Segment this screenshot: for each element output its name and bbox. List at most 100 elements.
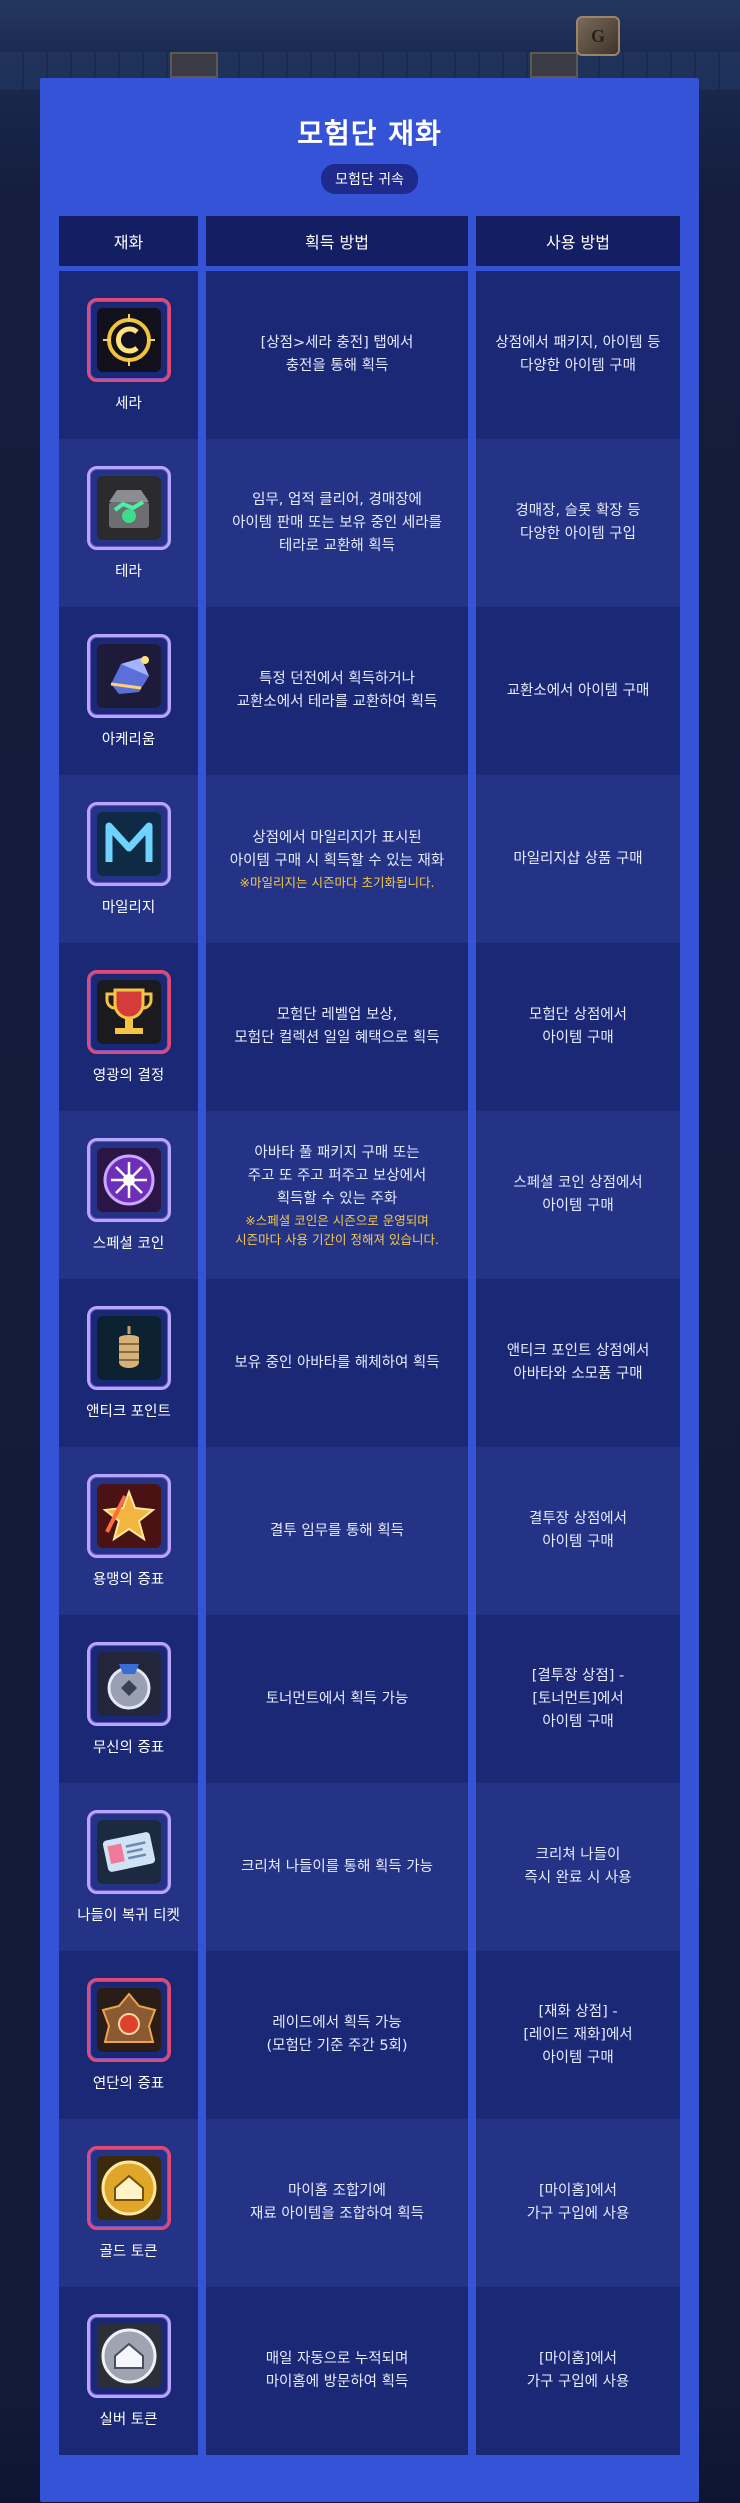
usage-text: [마이홈]에서 가구 구입에 사용 xyxy=(526,2351,630,2390)
currency-name: 앤티크 포인트 xyxy=(86,1403,171,1420)
currency-cell: 영광의 결정 xyxy=(59,943,198,1111)
acquire-cell: 레이드에서 획득 가능 (모험단 기준 주간 5회) xyxy=(206,1951,468,2119)
acquire-cell: 크리쳐 나들이를 통해 획득 가능 xyxy=(206,1783,468,1951)
usage-cell: [재화 상점] - [레이드 재화]에서 아이템 구매 xyxy=(476,1951,680,2119)
special-coin-icon xyxy=(86,1137,171,1222)
tera-chest-icon xyxy=(86,465,171,550)
currency-name: 아케리움 xyxy=(101,731,156,748)
usage-cell: 결투장 상점에서 아이템 구매 xyxy=(476,1447,680,1615)
acquire-text: 모험단 레벨업 보상, 모험단 컬렉션 일일 혜택으로 획득 xyxy=(234,1007,440,1046)
acquire-text: 임무, 업적 클리어, 경매장에 아이템 판매 또는 보유 중인 세라를 테라로… xyxy=(232,491,442,554)
table-body: 세라 [상점>세라 충전] 탭에서 충전을 통해 획득 상점에서 패키지, 아이템 … xyxy=(59,271,680,2455)
background-sign xyxy=(170,52,218,78)
currency-name: 세라 xyxy=(115,395,142,412)
sera-coin-icon xyxy=(86,297,171,382)
acquire-cell: 토너먼트에서 획득 가능 xyxy=(206,1615,468,1783)
column-header-acquire: 획득 방법 xyxy=(206,216,468,266)
akerium-crystal-icon xyxy=(86,633,171,718)
outing-ticket-icon xyxy=(86,1809,171,1894)
currency-cell: 무신의 증표 xyxy=(59,1615,198,1783)
table-row: 무신의 증표 토너먼트에서 획득 가능 [결투장 상점] - [토너먼트]에서 아이… xyxy=(59,1615,680,1783)
acquire-text: [상점>세라 충전] 탭에서 충전을 통해 획득 xyxy=(260,335,414,374)
gold-home-token-icon xyxy=(86,2145,171,2230)
currency-cell: 나들이 복귀 티켓 xyxy=(59,1783,198,1951)
forging-token-icon xyxy=(86,1977,171,2062)
usage-text: 스페셜 코인 상점에서 아이템 구매 xyxy=(513,1175,643,1214)
acquire-text: 크리쳐 나들이를 통해 획득 가능 xyxy=(241,1858,433,1875)
usage-cell: 경매장, 슬롯 확장 등 다양한 아이템 구입 xyxy=(476,439,680,607)
currency-name: 영광의 결정 xyxy=(92,1067,165,1084)
acquire-cell: 매일 자동으로 누적되며 마이홈에 방문하여 획득 xyxy=(206,2287,468,2455)
currency-cell: 앤티크 포인트 xyxy=(59,1279,198,1447)
currency-name: 실버 토큰 xyxy=(99,2411,158,2428)
acquire-cell: 보유 중인 아바타를 해체하여 획득 xyxy=(206,1279,468,1447)
currency-name: 스페셜 코인 xyxy=(92,1235,165,1252)
acquire-cell: 임무, 업적 클리어, 경매장에 아이템 판매 또는 보유 중인 세라를 테라로… xyxy=(206,439,468,607)
currency-cell: 아케리움 xyxy=(59,607,198,775)
table-row: 실버 토큰 매일 자동으로 누적되며 마이홈에 방문하여 획득 [마이홈]에서 가구… xyxy=(59,2287,680,2455)
usage-cell: [마이홈]에서 가구 구입에 사용 xyxy=(476,2119,680,2287)
acquire-text: 마이홈 조합기에 재료 아이템을 조합하여 획득 xyxy=(250,2183,424,2222)
column-header-usage: 사용 방법 xyxy=(476,216,680,266)
usage-cell: 앤티크 포인트 상점에서 아바타와 소모품 구매 xyxy=(476,1279,680,1447)
currency-cell: 실버 토큰 xyxy=(59,2287,198,2455)
glory-trophy-icon xyxy=(86,969,171,1054)
currency-cell: 마일리지 xyxy=(59,775,198,943)
acquire-note: ※스페셜 코인은 시즌으로 운영되며 시즌마다 사용 기간이 정해져 있습니다. xyxy=(235,1212,439,1247)
usage-cell: 모험단 상점에서 아이템 구매 xyxy=(476,943,680,1111)
antique-point-icon xyxy=(86,1305,171,1390)
table-row: 마일리지 상점에서 마일리지가 표시된 아이템 구매 시 획득할 수 있는 재화 ※… xyxy=(59,775,680,943)
table-row: 영광의 결정 모험단 레벨업 보상, 모험단 컬렉션 일일 혜택으로 획득 모험단 … xyxy=(59,943,680,1111)
usage-cell: 크리쳐 나들이 즉시 완료 시 사용 xyxy=(476,1783,680,1951)
table-row: 나들이 복귀 티켓 크리쳐 나들이를 통해 획득 가능 크리쳐 나들이 즉시 완료 … xyxy=(59,1783,680,1951)
currency-name: 마일리지 xyxy=(101,899,156,916)
usage-text: 결투장 상점에서 아이템 구매 xyxy=(529,1511,627,1550)
currency-cell: 스페셜 코인 xyxy=(59,1111,198,1279)
currency-name: 용맹의 증표 xyxy=(92,1571,165,1588)
mileage-m-icon xyxy=(86,801,171,886)
background-sign xyxy=(530,52,578,78)
acquire-text: 아바타 풀 패키지 구매 또는 주고 또 주고 퍼주고 보상에서 획득할 수 있… xyxy=(247,1144,427,1207)
usage-cell: [마이홈]에서 가구 구입에 사용 xyxy=(476,2287,680,2455)
acquire-cell: [상점>세라 충전] 탭에서 충전을 통해 획득 xyxy=(206,271,468,439)
currency-name: 무신의 증표 xyxy=(92,1739,165,1756)
acquire-cell: 아바타 풀 패키지 구매 또는 주고 또 주고 퍼주고 보상에서 획득할 수 있… xyxy=(206,1111,468,1279)
table-header: 재화 획득 방법 사용 방법 xyxy=(59,216,680,266)
acquire-text: 매일 자동으로 누적되며 마이홈에 방문하여 획득 xyxy=(265,2351,409,2390)
usage-cell: 마일리지샵 상품 구매 xyxy=(476,775,680,943)
acquire-text: 토너먼트에서 획득 가능 xyxy=(265,1690,409,1707)
acquire-cell: 모험단 레벨업 보상, 모험단 컬렉션 일일 혜택으로 획득 xyxy=(206,943,468,1111)
currency-cell: 골드 토큰 xyxy=(59,2119,198,2287)
table-row: 테라 임무, 업적 클리어, 경매장에 아이템 판매 또는 보유 중인 세라를 테… xyxy=(59,439,680,607)
usage-cell: 스페셜 코인 상점에서 아이템 구매 xyxy=(476,1111,680,1279)
usage-cell: 교환소에서 아이템 구매 xyxy=(476,607,680,775)
currency-name: 테라 xyxy=(115,563,142,580)
page-title: 모험단 재화 xyxy=(297,117,442,150)
table-row: 스페셜 코인 아바타 풀 패키지 구매 또는 주고 또 주고 퍼주고 보상에서 획… xyxy=(59,1111,680,1279)
usage-text: 모험단 상점에서 아이템 구매 xyxy=(529,1007,627,1046)
background-emblem-icon: G xyxy=(576,16,620,56)
currency-panel: 모험단 재화 모험단 귀속 재화 획득 방법 사용 방법 세라 [상점>세라 충전… xyxy=(40,78,699,2502)
acquire-text: 상점에서 마일리지가 표시된 아이템 구매 시 획득할 수 있는 재화 xyxy=(229,829,445,869)
currency-cell: 세라 xyxy=(59,271,198,439)
usage-text: [마이홈]에서 가구 구입에 사용 xyxy=(526,2183,630,2222)
usage-text: [결투장 상점] - [토너먼트]에서 아이템 구매 xyxy=(531,1667,625,1730)
usage-text: 마일리지샵 상품 구매 xyxy=(513,850,643,867)
acquire-cell: 결투 임무를 통해 획득 xyxy=(206,1447,468,1615)
acquire-text: 보유 중인 아바타를 해체하여 획득 xyxy=(234,1354,440,1371)
usage-cell: 상점에서 패키지, 아이템 등 다양한 아이템 구매 xyxy=(476,271,680,439)
usage-text: [재화 상점] - [레이드 재화]에서 아이템 구매 xyxy=(523,2003,633,2066)
acquire-text: 레이드에서 획득 가능 (모험단 기준 주간 5회) xyxy=(266,2015,408,2054)
valor-token-icon xyxy=(86,1473,171,1558)
column-header-currency: 재화 xyxy=(59,216,198,266)
currency-name: 골드 토큰 xyxy=(99,2243,158,2260)
currency-cell: 연단의 증표 xyxy=(59,1951,198,2119)
usage-text: 교환소에서 아이템 구매 xyxy=(506,682,650,699)
background-banner: G xyxy=(0,0,740,90)
usage-text: 앤티크 포인트 상점에서 아바타와 소모품 구매 xyxy=(506,1343,650,1382)
table-row: 용맹의 증표 결투 임무를 통해 획득 결투장 상점에서 아이템 구매 xyxy=(59,1447,680,1615)
usage-text: 상점에서 패키지, 아이템 등 다양한 아이템 구매 xyxy=(495,335,661,374)
currency-cell: 용맹의 증표 xyxy=(59,1447,198,1615)
acquire-cell: 마이홈 조합기에 재료 아이템을 조합하여 획득 xyxy=(206,2119,468,2287)
acquire-cell: 상점에서 마일리지가 표시된 아이템 구매 시 획득할 수 있는 재화 ※마일리지… xyxy=(206,775,468,943)
